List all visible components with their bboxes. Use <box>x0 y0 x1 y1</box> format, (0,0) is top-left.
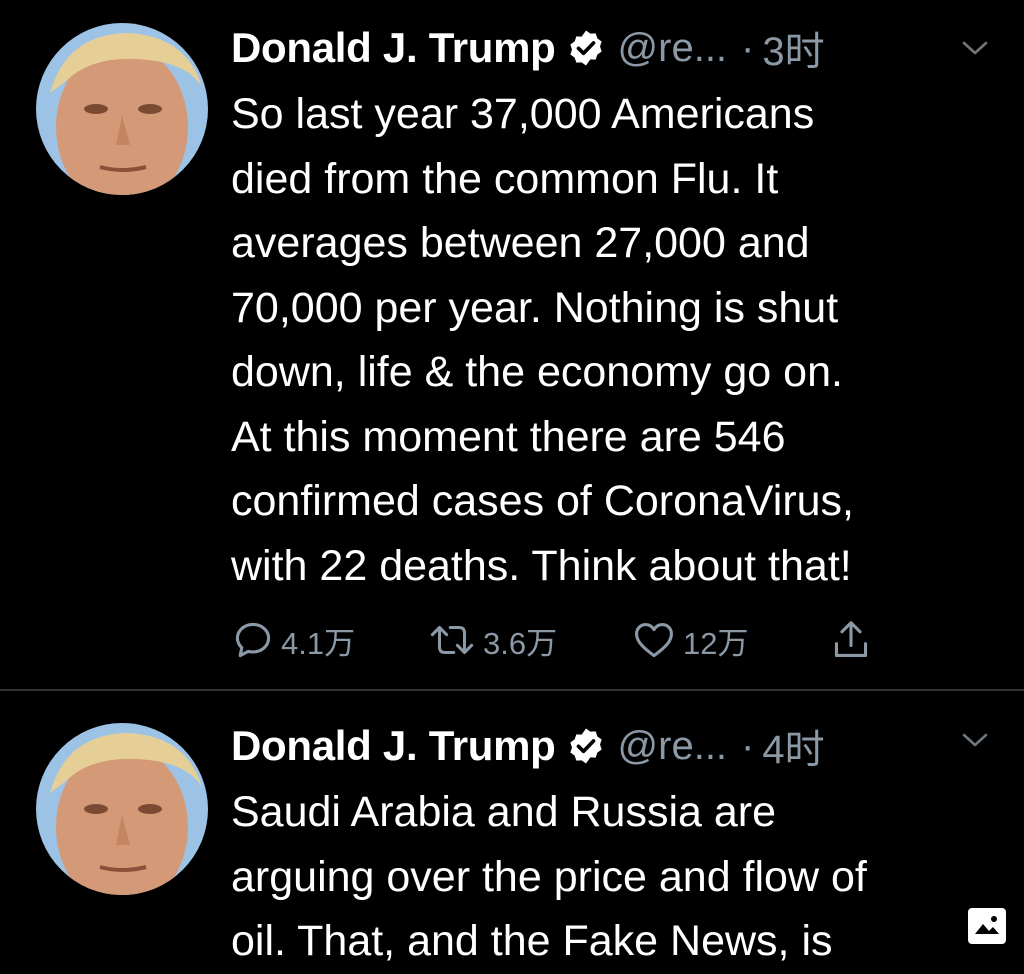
avatar[interactable] <box>36 723 208 895</box>
reply-bubble-icon <box>235 622 271 658</box>
tweet[interactable]: Donald J. Trump @re... · 4时 Saudi Arabia… <box>0 692 1024 965</box>
reply-count: 4.1万 <box>281 625 356 661</box>
like-count: 12万 <box>683 625 749 661</box>
tweet-text-line: with 22 deaths. Think about that! <box>231 541 852 590</box>
share-icon <box>834 621 868 657</box>
avatar[interactable] <box>36 23 208 195</box>
tweet-divider <box>0 689 1024 691</box>
tweet-text-line: down, life & the economy go on. <box>231 348 843 396</box>
share-button[interactable] <box>831 614 871 666</box>
heart-icon <box>635 623 673 658</box>
reply-button[interactable]: 4.1万 <box>231 614 355 666</box>
tweet-text-line: confirmed cases of CoronaVirus, <box>231 477 854 525</box>
separator-dot: · <box>741 25 755 70</box>
retweet-button[interactable]: 3.6万 <box>427 614 557 666</box>
tweet-text-line: Saudi Arabia and Russia are <box>231 788 777 836</box>
timestamp[interactable]: 4时 <box>762 717 824 775</box>
tweet-text: Saudi Arabia and Russia are arguing over… <box>231 780 1011 974</box>
chevron-down-icon[interactable] <box>960 730 990 750</box>
separator-dot: · <box>741 723 755 768</box>
tweet-text-line: At this moment there are 546 <box>231 412 786 461</box>
avatar-image <box>36 23 208 195</box>
author-handle[interactable]: @re... <box>618 26 728 71</box>
author-name[interactable]: Donald J. Trump <box>231 722 556 770</box>
image-glyph <box>975 916 999 934</box>
verified-badge-icon <box>569 728 602 764</box>
tweet[interactable]: Donald J. Trump @re... · 3时 So last year… <box>0 0 1024 690</box>
author-name[interactable]: Donald J. Trump <box>231 24 556 72</box>
verified-badge-icon <box>569 30 602 66</box>
tweet-text: So last year 37,000 Americans died from … <box>231 82 1011 598</box>
tweet-text-line: averages between 27,000 and <box>231 219 810 267</box>
like-button[interactable]: 12万 <box>631 614 748 666</box>
retweet-icon <box>430 625 474 655</box>
chevron-down-icon[interactable] <box>960 38 990 58</box>
tweet-text-line: died from the common Flu. It <box>231 154 779 203</box>
author-handle[interactable]: @re... <box>618 724 728 769</box>
timestamp[interactable]: 3时 <box>762 19 824 77</box>
tweet-text-line: arguing over the price and flow of <box>231 852 867 901</box>
image-icon[interactable] <box>968 908 1006 944</box>
tweet-text-line: 70,000 per year. Nothing is shut <box>231 283 839 332</box>
tweet-actions: 4.1万 3.6万 12万 <box>231 614 891 666</box>
tweet-header: Donald J. Trump @re... · 3时 <box>231 20 825 76</box>
tweet-header: Donald J. Trump @re... · 4时 <box>231 718 825 774</box>
avatar-image <box>36 723 208 895</box>
tweet-text-line: So last year 37,000 Americans <box>231 90 815 138</box>
retweet-count: 3.6万 <box>483 625 558 661</box>
